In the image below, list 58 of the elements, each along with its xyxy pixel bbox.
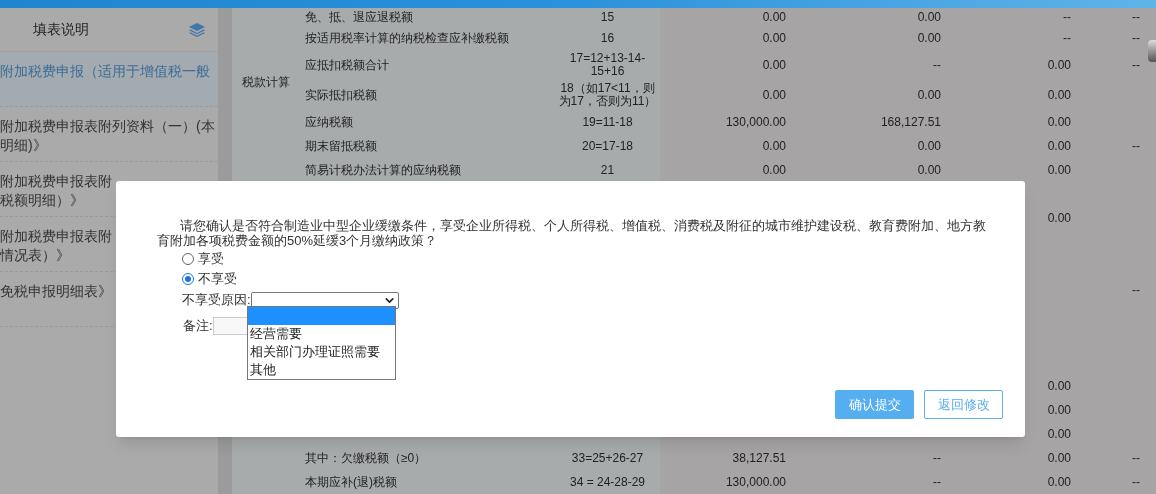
- table-cell-text: 0.00: [917, 30, 941, 47]
- table-cell-text: 0.00: [762, 162, 786, 179]
- table-cell-text: 0.00: [917, 138, 941, 155]
- table-cell-text: 0.00: [1047, 450, 1071, 467]
- table-cell-text: 0.00: [917, 162, 941, 179]
- item-label: 其中：欠缴税额（≥0）: [305, 450, 427, 467]
- formula-label: 33=25+26-27: [570, 451, 645, 465]
- table-cell-text: 0.00: [762, 87, 786, 104]
- table-cell-text: 0.00: [1047, 162, 1071, 179]
- table-cell-text: 130,000.00: [725, 114, 786, 131]
- formula-label: 18（如17<11，则为17，否则为11）: [557, 82, 658, 108]
- table-cell-text: --: [1132, 450, 1140, 467]
- group-label: 税款计算: [242, 74, 290, 91]
- formula-label: 16: [599, 31, 616, 45]
- table-cell-text: 130,000.00: [725, 474, 786, 491]
- item-label: 期末留抵税额: [305, 138, 377, 155]
- table-cell-text: 38,127.51: [732, 450, 786, 467]
- formula-label: 21: [599, 163, 616, 177]
- table-cell-text: 0.00: [1047, 426, 1071, 443]
- table-cell-text: 0.00: [917, 9, 941, 26]
- formula-label: 15: [599, 10, 616, 24]
- table-cell-text: 0.00: [762, 57, 786, 74]
- item-label: 简易计税办法计算的应纳税额: [305, 162, 461, 179]
- table-cell-text: 0.00: [762, 30, 786, 47]
- table-cell-text: 0.00: [1047, 87, 1071, 104]
- table-cell-text: --: [1063, 9, 1071, 26]
- table-cell-text: --: [1132, 138, 1140, 155]
- table-cell-text: 0.00: [1047, 378, 1071, 395]
- table-cell-text: 0.00: [762, 9, 786, 26]
- formula-label: 17=12+13-14-15+16: [568, 52, 647, 78]
- item-label: 免、抵、退应退税额: [305, 9, 413, 26]
- table-cell-text: --: [933, 474, 941, 491]
- table-cell-text: 0.00: [762, 138, 786, 155]
- table-cell-text: --: [1132, 9, 1140, 26]
- item-label: 按适用税率计算的纳税检查应补缴税额: [305, 30, 509, 47]
- table-cell-text: 0.00: [917, 87, 941, 104]
- item-label: 应纳税额: [305, 114, 353, 131]
- table-cell-text: 0.00: [1047, 57, 1071, 74]
- item-label: 本期应补(退)税额: [305, 474, 397, 491]
- table-cell-text: --: [933, 450, 941, 467]
- table-cell-text: --: [933, 57, 941, 74]
- table-cell-text: 0.00: [1047, 402, 1071, 419]
- formula-label: 20=17-18: [580, 139, 634, 153]
- table-cell-text: --: [1132, 282, 1140, 299]
- table-cell-text: --: [1132, 474, 1140, 491]
- table-cell-text: 0.00: [1047, 210, 1071, 227]
- table-cell-text: 0.00: [1047, 138, 1071, 155]
- item-label: 实际抵扣税额: [305, 87, 377, 104]
- table-cell-text: --: [1132, 30, 1140, 47]
- table-cell-text: --: [1063, 30, 1071, 47]
- table-cell-text: 168,127.51: [880, 114, 941, 131]
- table-cell-text: --: [1132, 57, 1140, 74]
- formula-label: 19=11-18: [581, 115, 634, 129]
- formula-label: 34 = 24-28-29: [568, 475, 647, 489]
- table-cell-text: 0.00: [1047, 114, 1071, 131]
- item-label: 应抵扣税额合计: [305, 57, 389, 74]
- table-cell-text: 0.00: [1047, 474, 1071, 491]
- sidebar-title: 填表说明: [33, 20, 89, 39]
